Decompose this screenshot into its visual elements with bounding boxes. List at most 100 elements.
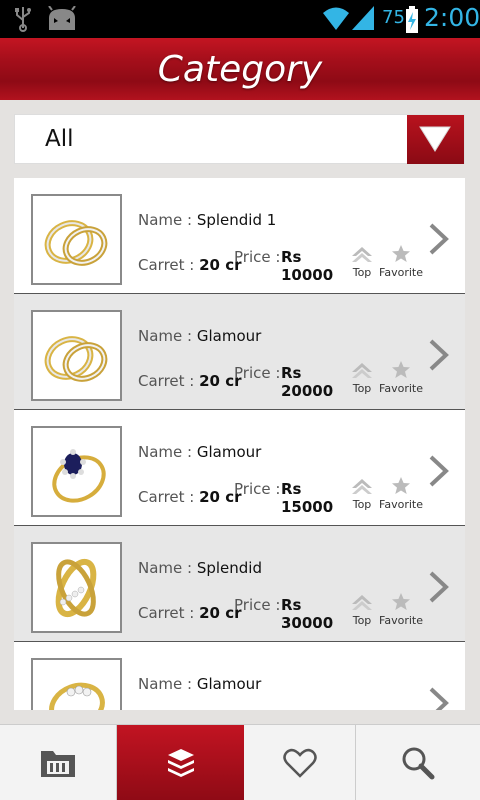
product-thumbnail xyxy=(31,426,122,517)
product-name-row: Name : Splendid 1 xyxy=(138,211,276,229)
tab-favorites[interactable] xyxy=(244,725,356,800)
list-item[interactable]: Name : Glamour Carret : 20 cr Price : Rs… xyxy=(14,294,465,410)
triangle-down-icon xyxy=(419,126,451,152)
product-thumbnail xyxy=(31,542,122,633)
top-label: Top xyxy=(352,614,372,627)
ring-image xyxy=(52,449,106,503)
bottom-navigation xyxy=(0,724,480,800)
product-name-row: Name : Glamour xyxy=(138,327,261,345)
android-debug-icon xyxy=(48,6,76,30)
product-name-row: Name : Splendid xyxy=(138,559,262,577)
tab-search[interactable] xyxy=(356,725,480,800)
top-button[interactable]: Top xyxy=(348,476,376,511)
chevron-right-icon[interactable] xyxy=(428,222,450,256)
name-label: Name : xyxy=(138,211,197,229)
chevron-right-icon[interactable] xyxy=(428,570,450,604)
top-button[interactable]: Top xyxy=(348,360,376,395)
star-icon xyxy=(392,477,410,494)
carret-label: Carret : xyxy=(138,488,200,506)
price-value: 10000 xyxy=(281,266,334,284)
ring-image xyxy=(44,336,108,382)
favorite-button[interactable]: Favorite xyxy=(379,360,423,395)
chevron-right-icon[interactable] xyxy=(428,338,450,372)
list-item[interactable]: Name : Glamour xyxy=(14,642,465,710)
tab-category[interactable] xyxy=(117,725,244,800)
name-label: Name : xyxy=(138,327,197,345)
price-currency: Rs xyxy=(281,364,302,382)
product-carret-row: Carret : 20 cr xyxy=(138,372,242,390)
product-name: Splendid 1 xyxy=(196,211,277,229)
tab-folder[interactable] xyxy=(0,725,117,800)
wifi-icon xyxy=(323,7,349,30)
top-chevron-icon xyxy=(352,479,372,494)
product-thumbnail xyxy=(31,310,122,401)
product-price: Rs 15000 xyxy=(281,480,341,516)
clock: 2:00 xyxy=(424,3,480,32)
favorite-label: Favorite xyxy=(379,614,423,627)
top-label: Top xyxy=(352,382,372,395)
top-label: Top xyxy=(352,266,372,279)
price-value: 20000 xyxy=(281,382,334,400)
top-label: Top xyxy=(352,498,372,511)
star-icon xyxy=(392,361,410,378)
favorite-label: Favorite xyxy=(379,498,423,511)
carret-label: Carret : xyxy=(138,604,200,622)
product-price: Rs 10000 xyxy=(281,248,341,284)
product-name-row: Name : Glamour xyxy=(138,675,261,693)
star-icon xyxy=(392,245,410,262)
ring-image xyxy=(55,558,97,618)
signal-icon xyxy=(352,6,374,30)
star-icon xyxy=(392,593,410,610)
top-button[interactable]: Top xyxy=(348,592,376,627)
price-value: 15000 xyxy=(281,498,334,516)
page-title: Category xyxy=(157,49,323,90)
list-item[interactable]: Name : Splendid Carret : 20 cr Price : R… xyxy=(14,526,465,642)
product-name: Splendid xyxy=(196,559,262,577)
favorite-label: Favorite xyxy=(379,266,423,279)
battery-percent: 75 xyxy=(382,7,405,28)
price-label: Price : xyxy=(234,480,281,498)
price-currency: Rs xyxy=(281,248,302,266)
product-thumbnail xyxy=(31,658,122,710)
top-chevron-icon xyxy=(352,363,372,378)
search-icon xyxy=(402,747,435,780)
price-currency: Rs xyxy=(281,480,302,498)
heart-icon xyxy=(282,748,317,778)
list-item[interactable]: Name : Glamour Carret : 20 cr Price : Rs… xyxy=(14,410,465,526)
product-name: Glamour xyxy=(196,675,262,693)
ring-image xyxy=(49,682,105,710)
product-list[interactable]: Name : Splendid 1 Carret : 20 cr Price :… xyxy=(14,178,465,710)
carret-label: Carret : xyxy=(138,256,200,274)
favorite-label: Favorite xyxy=(379,382,423,395)
dropdown-selected-value: All xyxy=(45,126,74,152)
battery-charging-icon xyxy=(406,6,418,33)
favorite-button[interactable]: Favorite xyxy=(379,476,423,511)
product-carret-row: Carret : 20 cr xyxy=(138,488,242,506)
price-currency: Rs xyxy=(281,596,302,614)
top-button[interactable]: Top xyxy=(348,244,376,279)
app-header: Category xyxy=(0,38,480,100)
ring-image xyxy=(44,220,108,266)
favorite-button[interactable]: Favorite xyxy=(379,592,423,627)
favorite-button[interactable]: Favorite xyxy=(379,244,423,279)
price-value: 30000 xyxy=(281,614,334,632)
dropdown-toggle-button[interactable] xyxy=(407,115,464,164)
name-label: Name : xyxy=(138,443,197,461)
product-thumbnail xyxy=(31,194,122,285)
folder-icon xyxy=(41,751,75,777)
price-label: Price : xyxy=(234,248,281,266)
product-price: Rs 30000 xyxy=(281,596,341,632)
product-name-row: Name : Glamour xyxy=(138,443,261,461)
name-label: Name : xyxy=(138,675,197,693)
chevron-right-icon[interactable] xyxy=(428,454,450,488)
status-bar: 75 2:00 xyxy=(0,0,480,38)
product-carret-row: Carret : 20 cr xyxy=(138,604,242,622)
product-carret-row: Carret : 20 cr xyxy=(138,256,242,274)
price-label: Price : xyxy=(234,364,281,382)
chevron-right-icon[interactable] xyxy=(428,686,450,710)
product-name: Glamour xyxy=(196,327,262,345)
layers-icon xyxy=(167,749,194,777)
product-name: Glamour xyxy=(196,443,262,461)
list-item[interactable]: Name : Splendid 1 Carret : 20 cr Price :… xyxy=(14,178,465,294)
category-dropdown[interactable]: All xyxy=(14,114,465,164)
